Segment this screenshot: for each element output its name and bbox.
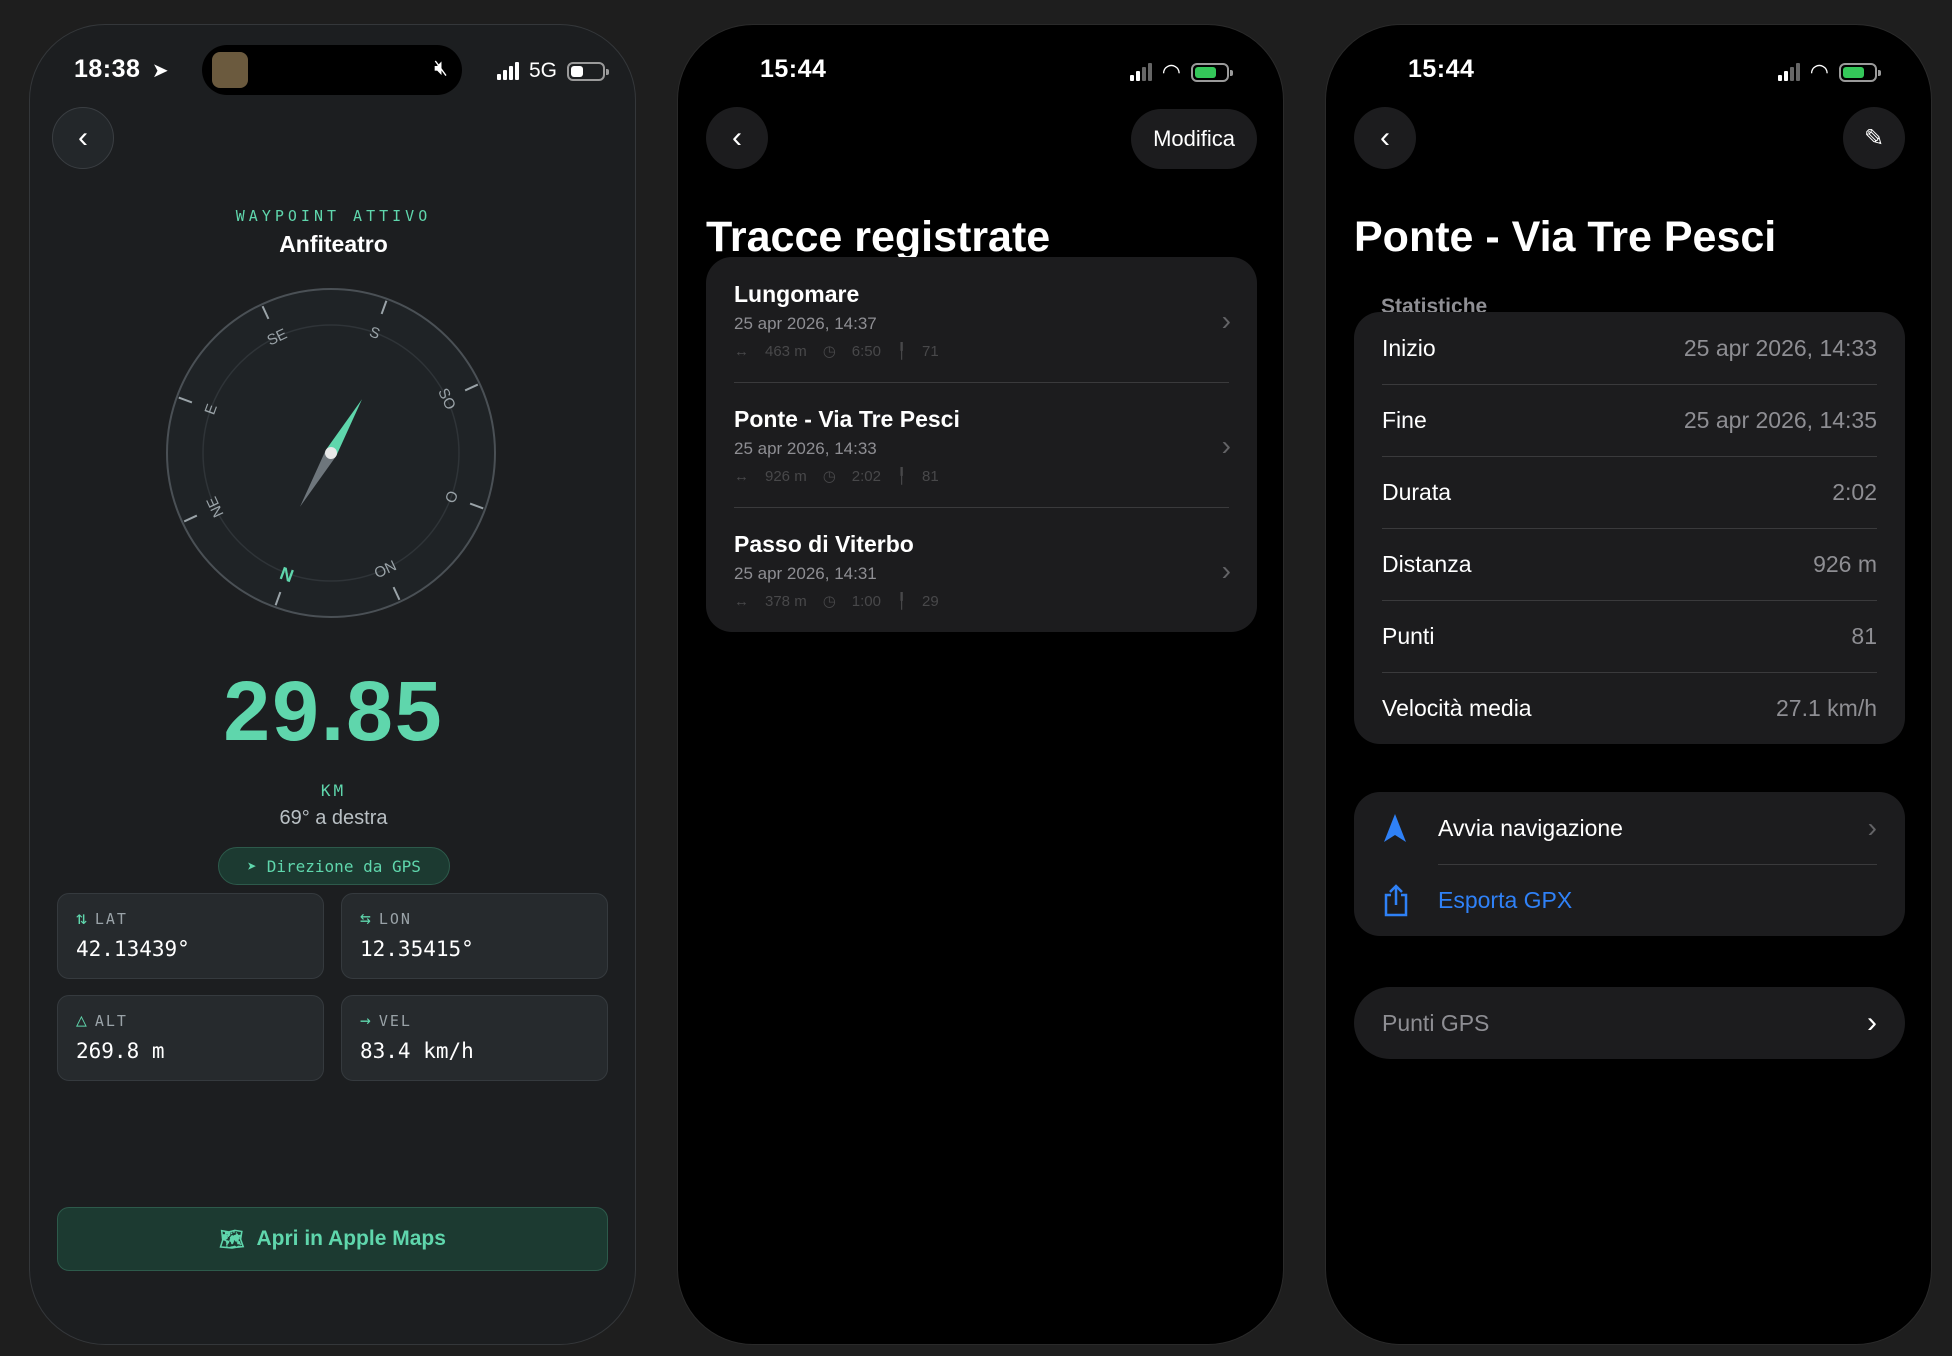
status-icons: 5G <box>496 59 609 83</box>
status-time: 15:44 <box>1408 55 1475 83</box>
chevron-left-icon: ‹ <box>78 121 88 154</box>
open-apple-maps-button[interactable]: 🗺︎ Apri in Apple Maps <box>57 1207 608 1271</box>
stat-row: Fine 25 apr 2026, 14:35 <box>1354 384 1905 456</box>
waypoint-label: WAYPOINT ATTIVO <box>235 207 432 225</box>
arrows-leftright-icon: ⇆ <box>360 908 371 929</box>
edit-button[interactable]: Modifica <box>1131 109 1257 169</box>
distance-icon: ↔ <box>734 467 749 485</box>
share-icon <box>1382 883 1422 917</box>
pin-icon: ╿ <box>897 593 907 610</box>
track-row[interactable]: Lungomare 25 apr 2026, 14:37 ↔ 463 m ◷ 6:5… <box>706 257 1257 382</box>
arrow-right-icon: → <box>360 1010 371 1031</box>
arrows-updown-icon: ⇅ <box>76 908 87 929</box>
waypoint-name: Anfiteatro <box>279 231 388 257</box>
pin-icon: ╿ <box>897 343 907 360</box>
battery-icon <box>567 61 609 81</box>
track-row[interactable]: Ponte - Via Tre Pesci 25 apr 2026, 14:33… <box>706 382 1257 507</box>
edit-button[interactable]: ✎ <box>1843 107 1905 169</box>
chevron-right-icon: › <box>1221 305 1231 336</box>
back-button[interactable]: ‹ <box>706 107 768 169</box>
lat-value: 42.13439° <box>76 937 190 961</box>
lat-card: ⇅ LAT 42.13439° <box>57 893 324 979</box>
signal-bars-icon <box>496 62 519 80</box>
actions-list: Avvia navigazione › Esporta GPX <box>1354 792 1905 936</box>
statistics-list: Inizio 25 apr 2026, 14:33 Fine 25 apr 2026… <box>1354 312 1905 744</box>
battery-charging-icon <box>1191 62 1233 82</box>
status-time: 15:44 <box>760 55 827 83</box>
alt-card: △ ALT 269.8 m <box>57 995 324 1081</box>
chevron-right-icon: › <box>1221 430 1231 461</box>
location-arrow-icon: ➤ <box>151 60 170 82</box>
chevron-right-icon: › <box>1221 555 1231 586</box>
page-title: Ponte - Via Tre Pesci <box>1354 213 1777 261</box>
phone-track-detail-screen: 15:44 ◠ ‹ ✎ Ponte - Via Tre Pesci Statis… <box>1325 24 1932 1345</box>
alt-value: 269.8 m <box>76 1039 165 1063</box>
track-row[interactable]: Passo di Viterbo 25 apr 2026, 14:31 ↔ 378… <box>706 507 1257 632</box>
dynamic-island: 🔇︎ <box>202 45 462 95</box>
phone-compass-screen: 18:38 ➤ 🔇︎ 5G ‹ WAYPOINT ATTIVO Anfiteat… <box>29 24 636 1345</box>
gps-direction-badge: ➤ Direzione da GPS <box>218 847 450 885</box>
chevron-right-icon: › <box>1867 812 1877 843</box>
stat-row: Distanza 926 m <box>1354 528 1905 600</box>
phone-tracks-screen: 15:44 ◠ ‹ Modifica Tracce registrate Lun… <box>677 24 1284 1345</box>
stat-row: Durata 2:02 <box>1354 456 1905 528</box>
map-icon: 🗺︎ <box>219 1228 245 1251</box>
back-button[interactable]: ‹ <box>1354 107 1416 169</box>
status-time: 18:38 ➤ <box>74 55 170 83</box>
status-icons: ◠ <box>1129 59 1233 85</box>
direction-text: 69° a destra <box>279 807 388 829</box>
back-button[interactable]: ‹ <box>52 107 114 169</box>
page-title: Tracce registrate <box>706 213 1051 261</box>
distance-unit: KM <box>320 781 347 800</box>
chevron-left-icon: ‹ <box>732 121 742 154</box>
vel-card: → VEL 83.4 km/h <box>341 995 608 1081</box>
start-navigation-button[interactable]: Avvia navigazione › <box>1354 792 1905 864</box>
gps-points-row[interactable]: Punti GPS › <box>1354 987 1905 1059</box>
navigation-arrow-icon <box>1382 812 1422 844</box>
album-art-icon <box>212 52 248 88</box>
distance-icon: ↔ <box>734 342 749 360</box>
stat-row: Punti 81 <box>1354 600 1905 672</box>
signal-bars-icon <box>1129 63 1152 81</box>
wifi-icon: ◠ <box>1809 59 1829 84</box>
mute-icon: 🔇︎ <box>434 55 448 80</box>
distance-icon: ↔ <box>734 592 749 610</box>
lon-value: 12.35415° <box>360 937 474 961</box>
navigation-arrow-icon: ➤ <box>247 856 257 876</box>
stat-row: Inizio 25 apr 2026, 14:33 <box>1382 334 1877 361</box>
chevron-right-icon: › <box>1867 1006 1877 1039</box>
chevron-left-icon: ‹ <box>1380 121 1390 154</box>
lon-card: ⇆ LON 12.35415° <box>341 893 608 979</box>
network-type: 5G <box>528 59 557 82</box>
distance-value: 29.85 <box>223 664 444 758</box>
pin-icon: ╿ <box>897 468 907 485</box>
compass-dial: NNEESE SSOONO <box>166 288 496 618</box>
battery-charging-icon <box>1839 62 1881 82</box>
timer-icon: ◷ <box>822 343 836 360</box>
export-gpx-button[interactable]: Esporta GPX <box>1354 864 1905 936</box>
signal-bars-icon <box>1777 63 1800 81</box>
timer-icon: ◷ <box>822 593 836 610</box>
tracks-list: Lungomare 25 apr 2026, 14:37 ↔ 463 m ◷ 6:5… <box>706 257 1257 632</box>
status-icons: ◠ <box>1777 59 1881 85</box>
pencil-icon: ✎ <box>1863 124 1885 152</box>
stat-row: Velocità media 27.1 km/h <box>1354 672 1905 744</box>
vel-value: 83.4 km/h <box>360 1039 474 1063</box>
triangle-icon: △ <box>76 1010 87 1031</box>
timer-icon: ◷ <box>822 468 836 485</box>
wifi-icon: ◠ <box>1161 59 1181 84</box>
